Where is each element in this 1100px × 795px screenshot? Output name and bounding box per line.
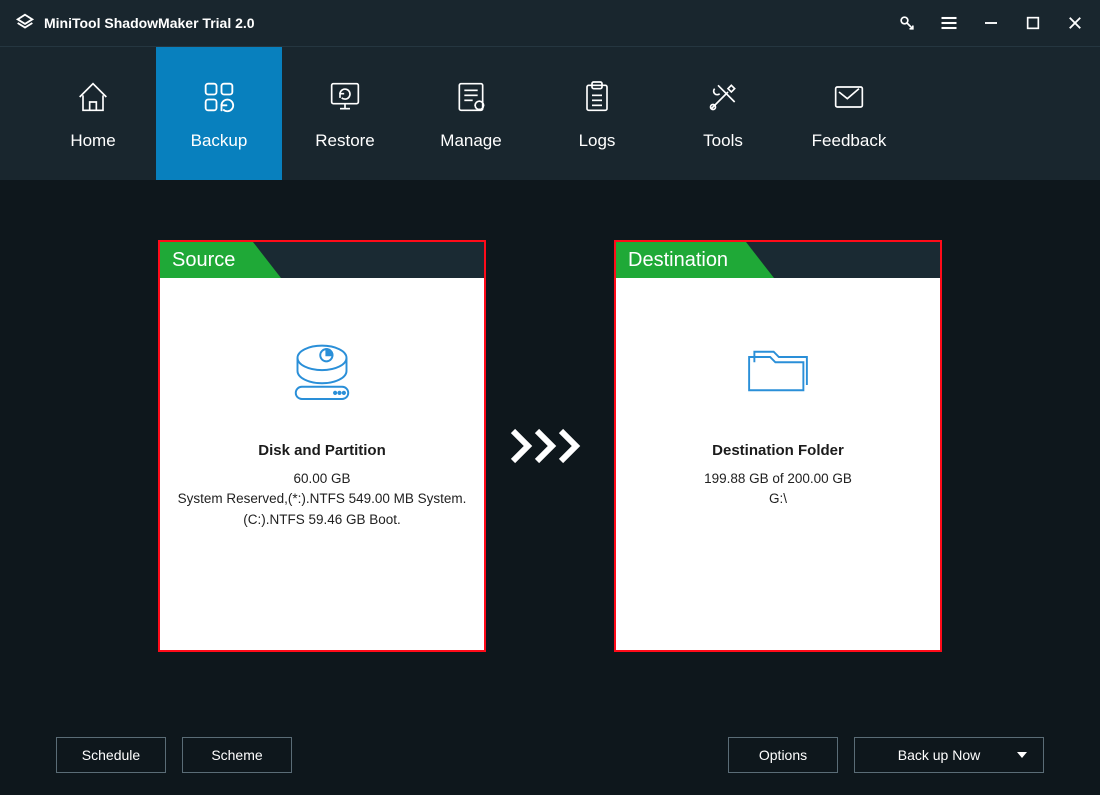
source-details-2: (C:).NTFS 59.46 GB Boot.	[172, 510, 472, 530]
restore-icon	[325, 77, 365, 117]
app-logo-icon	[14, 12, 36, 34]
nav-label: Restore	[315, 131, 375, 151]
options-label: Options	[759, 747, 807, 763]
right-buttons: Options Back up Now	[728, 737, 1044, 773]
backup-label: Back up Now	[898, 747, 980, 763]
destination-tab-label: Destination	[628, 249, 728, 272]
nav-label: Backup	[191, 131, 248, 151]
source-tab: Source	[160, 242, 253, 278]
schedule-label: Schedule	[82, 747, 140, 763]
scheme-button[interactable]: Scheme	[182, 737, 292, 773]
titlebar-controls	[896, 12, 1086, 34]
transfer-arrows-icon	[514, 426, 586, 466]
source-title: Disk and Partition	[172, 442, 472, 459]
logs-icon	[577, 77, 617, 117]
scheme-label: Scheme	[211, 747, 262, 763]
close-button[interactable]	[1064, 12, 1086, 34]
nav-backup[interactable]: Backup	[156, 47, 282, 180]
maximize-button[interactable]	[1022, 12, 1044, 34]
nav-manage[interactable]: Manage	[408, 47, 534, 180]
options-button[interactable]: Options	[728, 737, 838, 773]
source-size: 60.00 GB	[172, 469, 472, 489]
nav-label: Feedback	[812, 131, 887, 151]
nav-tools[interactable]: Tools	[660, 47, 786, 180]
nav-home[interactable]: Home	[30, 47, 156, 180]
feedback-icon	[829, 77, 869, 117]
activate-key-icon[interactable]	[896, 12, 918, 34]
backup-icon	[199, 77, 239, 117]
tools-icon	[703, 77, 743, 117]
destination-title: Destination Folder	[628, 442, 928, 459]
destination-path: G:\	[628, 489, 928, 509]
source-card[interactable]: Source Disk and Partition	[158, 240, 486, 652]
disk-icon	[281, 336, 363, 406]
minimize-button[interactable]	[980, 12, 1002, 34]
schedule-button[interactable]: Schedule	[56, 737, 166, 773]
titlebar-left: MiniTool ShadowMaker Trial 2.0	[14, 12, 255, 34]
app-title: MiniTool ShadowMaker Trial 2.0	[44, 15, 255, 31]
source-card-body: Disk and Partition 60.00 GB System Reser…	[160, 278, 484, 530]
bottom-bar: Schedule Scheme Options Back up Now	[56, 737, 1044, 773]
backup-cards-row: Source Disk and Partition	[40, 240, 1060, 652]
destination-tab: Destination	[616, 242, 746, 278]
nav-feedback[interactable]: Feedback	[786, 47, 912, 180]
nav-logs[interactable]: Logs	[534, 47, 660, 180]
titlebar: MiniTool ShadowMaker Trial 2.0	[0, 0, 1100, 46]
source-tab-label: Source	[172, 249, 235, 272]
backup-now-button[interactable]: Back up Now	[854, 737, 1044, 773]
home-icon	[73, 77, 113, 117]
destination-size: 199.88 GB of 200.00 GB	[628, 469, 928, 489]
source-details-1: System Reserved,(*:).NTFS 549.00 MB Syst…	[172, 489, 472, 509]
main-content: Source Disk and Partition	[0, 180, 1100, 795]
nav-label: Manage	[440, 131, 501, 151]
main-nav: Home Backup Restore	[0, 46, 1100, 180]
nav-restore[interactable]: Restore	[282, 47, 408, 180]
destination-card-header: Destination	[616, 242, 940, 278]
source-card-header: Source	[160, 242, 484, 278]
left-buttons: Schedule Scheme	[56, 737, 292, 773]
destination-card[interactable]: Destination Destination Folder 199.88 GB…	[614, 240, 942, 652]
destination-card-body: Destination Folder 199.88 GB of 200.00 G…	[616, 278, 940, 510]
nav-label: Logs	[579, 131, 616, 151]
dropdown-caret-icon	[1017, 752, 1027, 758]
manage-icon	[451, 77, 491, 117]
nav-label: Tools	[703, 131, 743, 151]
folder-icon	[737, 336, 819, 406]
menu-icon[interactable]	[938, 12, 960, 34]
nav-label: Home	[70, 131, 115, 151]
